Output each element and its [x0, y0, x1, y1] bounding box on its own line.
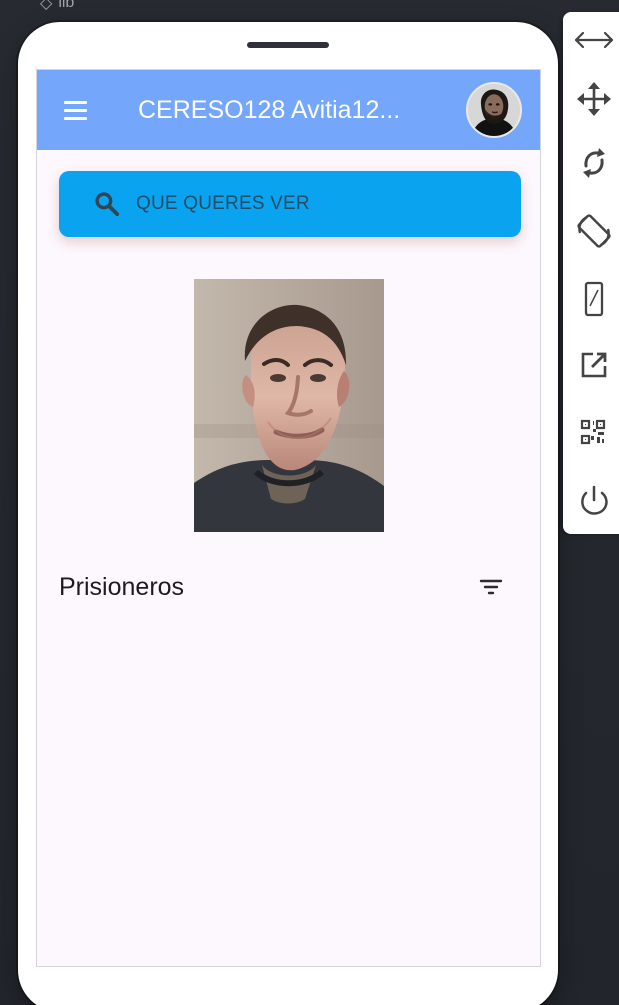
emulator-side-toolbar — [563, 12, 619, 534]
window-tab-text: lib — [58, 0, 75, 11]
phone-notch — [247, 42, 329, 48]
app-screen: CERESO128 Avitia12... QUE QUERES VER Pri… — [36, 69, 541, 967]
phone-emulator: CERESO128 Avitia12... QUE QUERES VER Pri… — [18, 22, 558, 1005]
move-button[interactable] — [573, 78, 615, 120]
prisoners-section-header: Prisioneros — [59, 567, 521, 607]
qr-code-button[interactable] — [573, 412, 615, 454]
filter-icon — [479, 579, 503, 595]
window-tab-fragment: ◇ lib — [40, 0, 74, 12]
open-external-button[interactable] — [573, 344, 615, 386]
power-button[interactable] — [573, 479, 615, 521]
device-frame-button[interactable] — [573, 278, 615, 320]
power-icon — [581, 485, 608, 515]
menu-icon-line — [63, 116, 87, 120]
window-tab-icon: ◇ — [40, 0, 53, 12]
device-frame-icon — [584, 281, 604, 317]
profile-avatar-icon — [468, 84, 520, 136]
prisoner-photo-image — [194, 279, 384, 532]
rotate-button[interactable] — [573, 142, 615, 184]
rotate-icon — [583, 148, 605, 178]
app-bar: CERESO128 Avitia12... — [37, 70, 540, 150]
rotate-device-button[interactable] — [573, 210, 615, 252]
search-input[interactable] — [134, 192, 498, 216]
move-icon — [577, 82, 611, 116]
qr-code-icon — [580, 419, 606, 445]
prisoners-section-title: Prisioneros — [59, 573, 185, 601]
rotate-device-icon — [577, 214, 611, 248]
app-title: CERESO128 Avitia12... — [138, 96, 401, 124]
menu-icon-line — [63, 100, 87, 104]
filter-button[interactable] — [475, 571, 507, 603]
menu-button[interactable] — [59, 94, 91, 126]
resize-horizontal-icon — [574, 31, 614, 49]
open-external-icon — [581, 352, 607, 378]
resize-horizontal-button[interactable] — [573, 19, 615, 61]
search-icon — [95, 191, 120, 216]
menu-icon-line — [63, 108, 87, 112]
search-bar[interactable] — [59, 171, 521, 237]
prisoner-photo — [194, 279, 384, 532]
profile-avatar[interactable] — [466, 82, 522, 138]
